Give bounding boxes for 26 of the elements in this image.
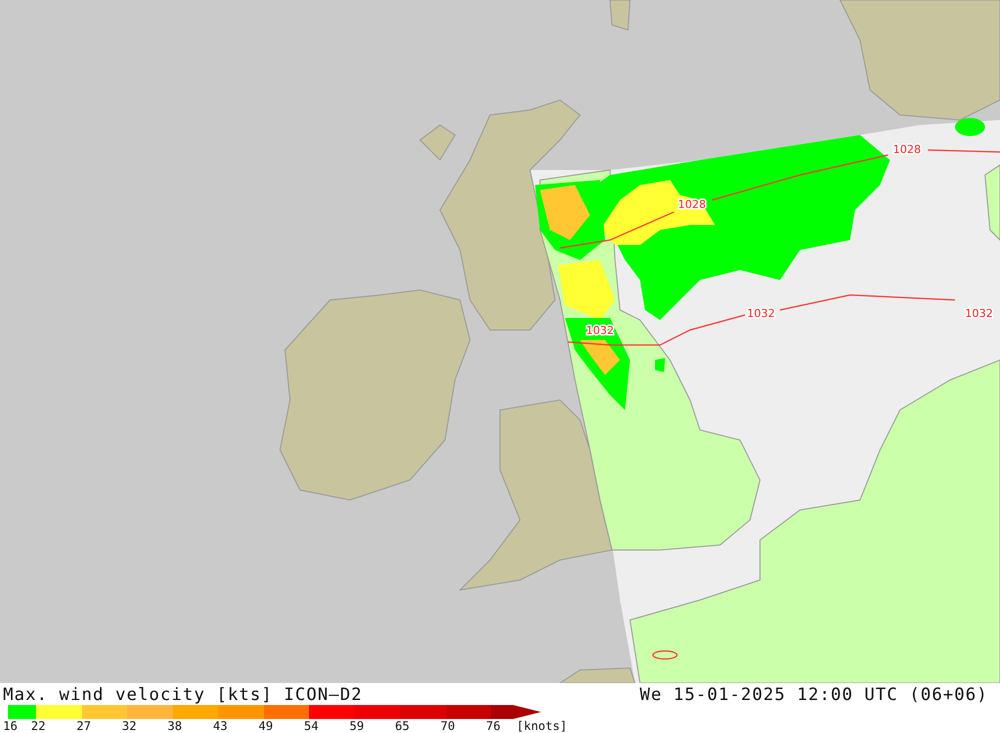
scale-unit: [knots] [516, 719, 568, 733]
wind-area [540, 185, 590, 240]
wind-area [955, 118, 985, 136]
scale-tick-label: 76 [486, 719, 500, 733]
island [419, 124, 456, 161]
scale-tick-label: 43 [213, 719, 228, 733]
scale-tick-label: 65 [395, 719, 410, 733]
wind-area [558, 260, 615, 320]
map-title: Max. wind velocity [kts] ICON—D2 [3, 684, 363, 704]
scale-tick-label: 70 [440, 719, 455, 733]
scale-tick-label: 38 [168, 719, 182, 733]
valid-time: We 15-01-2025 12:00 UTC (06+06) [640, 684, 988, 704]
scale-tick-label: 32 [122, 719, 136, 733]
scale-tick-label: 49 [258, 719, 273, 733]
scale-tick-label: 16 [3, 719, 18, 733]
isobar-label: 1032 [747, 307, 775, 320]
isobar-label: 1032 [965, 307, 993, 320]
scale-tick-label: 54 [304, 719, 318, 733]
isobar-label: 1028 [893, 143, 921, 156]
isobar-label: 1032 [586, 324, 614, 337]
island [609, 0, 631, 31]
wind-area [655, 358, 665, 372]
scale-tick-label: 59 [350, 719, 364, 733]
scale-tick-label: 27 [76, 719, 91, 733]
wind-area [580, 340, 620, 375]
scale-tick-label: 22 [31, 719, 46, 733]
